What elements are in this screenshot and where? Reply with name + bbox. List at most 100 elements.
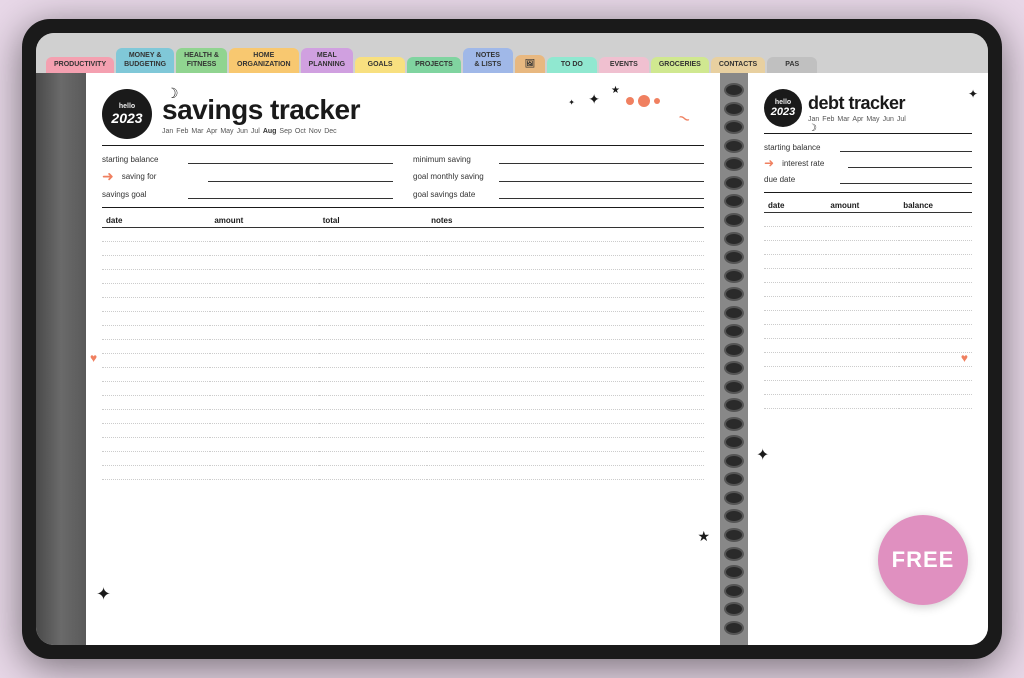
debt-cell[interactable] — [826, 283, 899, 297]
tab-home[interactable]: HOMEORGANIZATION — [229, 48, 299, 73]
d-month-may[interactable]: May — [866, 116, 879, 123]
savings-cell[interactable] — [102, 354, 210, 368]
savings-cell[interactable] — [319, 466, 427, 480]
savings-cell[interactable] — [210, 382, 318, 396]
debt-row[interactable] — [764, 339, 972, 353]
debt-row[interactable] — [764, 311, 972, 325]
savings-cell[interactable] — [210, 396, 318, 410]
savings-row[interactable] — [102, 466, 704, 480]
savings-row[interactable] — [102, 354, 704, 368]
savings-cell[interactable] — [427, 410, 704, 424]
savings-cell[interactable] — [319, 452, 427, 466]
savings-cell[interactable] — [319, 228, 427, 242]
savings-cell[interactable] — [427, 340, 704, 354]
line-goal-monthly[interactable] — [499, 172, 704, 182]
savings-cell[interactable] — [102, 466, 210, 480]
savings-cell[interactable] — [210, 270, 318, 284]
tab-money[interactable]: MONEY &BUDGETING — [116, 48, 174, 73]
savings-cell[interactable] — [210, 326, 318, 340]
debt-cell[interactable] — [764, 283, 826, 297]
savings-cell[interactable] — [427, 312, 704, 326]
savings-cell[interactable] — [319, 396, 427, 410]
savings-cell[interactable] — [427, 354, 704, 368]
debt-cell[interactable] — [826, 269, 899, 283]
savings-cell[interactable] — [210, 368, 318, 382]
debt-cell[interactable] — [899, 325, 972, 339]
savings-cell[interactable] — [102, 396, 210, 410]
savings-cell[interactable] — [102, 228, 210, 242]
savings-cell[interactable] — [319, 256, 427, 270]
savings-cell[interactable] — [427, 452, 704, 466]
savings-cell[interactable] — [427, 438, 704, 452]
savings-cell[interactable] — [102, 410, 210, 424]
debt-cell[interactable] — [764, 269, 826, 283]
savings-cell[interactable] — [210, 438, 318, 452]
savings-cell[interactable] — [102, 256, 210, 270]
savings-cell[interactable] — [102, 242, 210, 256]
tab-events[interactable]: EVENTS — [599, 57, 649, 73]
savings-cell[interactable] — [210, 298, 318, 312]
savings-cell[interactable] — [102, 340, 210, 354]
debt-cell[interactable] — [764, 325, 826, 339]
month-jul[interactable]: Jul — [251, 128, 260, 135]
line-starting-balance[interactable] — [188, 154, 393, 164]
savings-cell[interactable] — [319, 354, 427, 368]
savings-cell[interactable] — [427, 382, 704, 396]
debt-cell[interactable] — [899, 311, 972, 325]
savings-cell[interactable] — [319, 340, 427, 354]
d-month-jul[interactable]: Jul — [897, 116, 906, 123]
savings-cell[interactable] — [427, 284, 704, 298]
savings-row[interactable] — [102, 256, 704, 270]
debt-cell[interactable] — [899, 367, 972, 381]
savings-cell[interactable] — [102, 270, 210, 284]
savings-cell[interactable] — [427, 326, 704, 340]
savings-row[interactable] — [102, 382, 704, 396]
month-may[interactable]: May — [220, 128, 233, 135]
debt-cell[interactable] — [899, 213, 972, 227]
tab-past[interactable]: PAS — [767, 57, 817, 73]
savings-cell[interactable] — [210, 340, 318, 354]
month-sep[interactable]: Sep — [279, 128, 291, 135]
debt-cell[interactable] — [826, 255, 899, 269]
savings-cell[interactable] — [210, 354, 318, 368]
savings-cell[interactable] — [427, 242, 704, 256]
month-jun[interactable]: Jun — [237, 128, 248, 135]
debt-cell[interactable] — [899, 269, 972, 283]
d-month-mar[interactable]: Mar — [837, 116, 849, 123]
debt-row[interactable] — [764, 241, 972, 255]
savings-cell[interactable] — [210, 312, 318, 326]
savings-cell[interactable] — [319, 270, 427, 284]
debt-row[interactable] — [764, 395, 972, 409]
savings-cell[interactable] — [102, 382, 210, 396]
debt-cell[interactable] — [764, 367, 826, 381]
month-feb[interactable]: Feb — [176, 128, 188, 135]
savings-cell[interactable] — [210, 466, 318, 480]
savings-cell[interactable] — [319, 312, 427, 326]
month-nov[interactable]: Nov — [309, 128, 321, 135]
savings-cell[interactable] — [427, 466, 704, 480]
tab-health[interactable]: HEALTH &FITNESS — [176, 48, 227, 73]
line-debt-starting[interactable] — [840, 142, 972, 152]
debt-cell[interactable] — [899, 283, 972, 297]
line-due-date[interactable] — [840, 174, 972, 184]
savings-row[interactable] — [102, 424, 704, 438]
savings-cell[interactable] — [319, 326, 427, 340]
savings-cell[interactable] — [210, 228, 318, 242]
savings-cell[interactable] — [210, 242, 318, 256]
savings-row[interactable] — [102, 284, 704, 298]
month-apr[interactable]: Apr — [206, 128, 217, 135]
debt-cell[interactable] — [826, 325, 899, 339]
debt-cell[interactable] — [826, 353, 899, 367]
debt-cell[interactable] — [826, 241, 899, 255]
savings-cell[interactable] — [319, 382, 427, 396]
debt-row[interactable] — [764, 367, 972, 381]
savings-row[interactable] — [102, 340, 704, 354]
savings-cell[interactable] — [319, 284, 427, 298]
debt-cell[interactable] — [764, 241, 826, 255]
debt-cell[interactable] — [826, 367, 899, 381]
tab-groceries[interactable]: GROCERIES — [651, 57, 709, 73]
debt-cell[interactable] — [764, 381, 826, 395]
savings-cell[interactable] — [427, 368, 704, 382]
savings-cell[interactable] — [102, 326, 210, 340]
tab-productivity[interactable]: PRODUCTIVITY — [46, 57, 114, 73]
